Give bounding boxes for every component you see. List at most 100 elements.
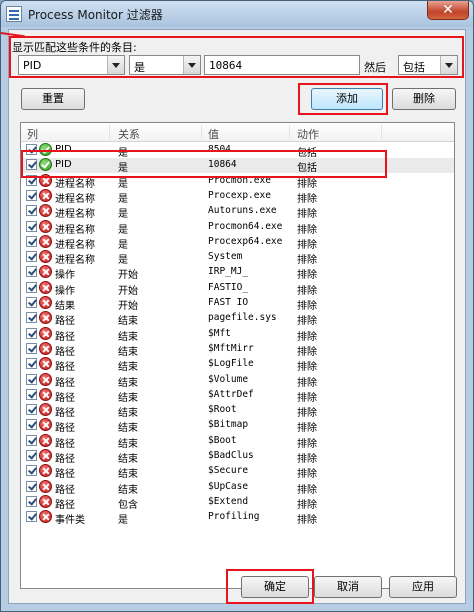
process-monitor-app-icon (6, 6, 22, 22)
row-value: $Extend (208, 495, 249, 507)
table-row[interactable]: 进程名称 是 Autoruns.exe 排除 (21, 204, 454, 221)
filter-value-text: 10864 (209, 59, 243, 72)
row-column: 操作 (55, 270, 75, 282)
table-row[interactable]: 进程名称 是 System 排除 (21, 250, 454, 267)
row-checkbox[interactable] (26, 312, 37, 324)
table-row[interactable]: 操作 开始 FASTIO_ 排除 (21, 280, 454, 297)
row-checkbox[interactable] (26, 388, 37, 400)
table-row[interactable]: 结果 开始 FAST IO 排除 (21, 296, 454, 312)
row-relation: 是 (118, 224, 128, 236)
row-checkbox[interactable] (26, 434, 37, 446)
row-relation: 结束 (118, 316, 138, 328)
table-row[interactable]: 路径 结束 $LogFile 排除 (21, 357, 454, 373)
row-action: 排除 (297, 408, 317, 420)
table-row[interactable]: 进程名称 是 Procexp.exe 排除 (21, 188, 454, 205)
exclude-x-icon (39, 387, 52, 401)
header-relation[interactable]: 关系 (118, 126, 140, 142)
row-checkbox[interactable] (26, 159, 37, 171)
row-checkbox[interactable] (26, 495, 37, 507)
row-value: $Bitmap (208, 419, 249, 431)
row-checkbox[interactable] (26, 297, 37, 308)
row-column: 结果 (55, 301, 75, 312)
filter-rules-list[interactable]: 列 关系 值 动作 PID 是 8504 包括 PID 是 10864 包括 进程名称是 Proc… (20, 122, 455, 589)
row-checkbox[interactable] (26, 342, 37, 354)
table-row[interactable]: 路径 结束 $MftMirr 排除 (21, 341, 454, 358)
table-row[interactable]: 进程名称 是 Procmon.exe 排除 (21, 173, 454, 190)
table-row[interactable]: 路径 结束 $Secure 排除 (21, 464, 454, 480)
row-checkbox[interactable] (26, 419, 37, 431)
row-checkbox[interactable] (26, 144, 37, 155)
table-row[interactable]: 路径 结束 $Root 排除 (21, 403, 454, 420)
row-relation: 包含 (118, 499, 138, 511)
cancel-button[interactable]: 取消 (314, 576, 382, 598)
table-row[interactable]: 路径 结束 $BadClus 排除 (21, 449, 454, 465)
row-checkbox[interactable] (26, 404, 37, 416)
title-bar[interactable]: Process Monitor 过滤器 ✕ (1, 1, 473, 27)
row-relation: 是 (118, 515, 128, 527)
table-row[interactable]: 路径 结束 $UpCase 排除 (21, 479, 454, 496)
action-select[interactable]: 包括 (398, 55, 458, 75)
row-checkbox[interactable] (26, 266, 37, 278)
table-row[interactable]: PID 是 10864 包括 (21, 158, 454, 174)
exclude-x-icon (39, 265, 52, 279)
row-column: 路径 (55, 377, 75, 389)
row-checkbox[interactable] (26, 465, 37, 477)
filter-value-input[interactable]: 10864 (204, 55, 360, 75)
exclude-x-icon (39, 433, 52, 447)
row-column: 路径 (55, 484, 75, 496)
table-row[interactable]: 进程名称 是 Procmon64.exe 排除 (21, 219, 454, 236)
row-column: 进程名称 (55, 209, 95, 221)
table-row[interactable]: 路径 结束 pagefile.sys 排除 (21, 311, 454, 328)
include-check-icon (39, 158, 52, 172)
table-row[interactable]: 路径 结束 $Mft 排除 (21, 326, 454, 343)
row-checkbox[interactable] (26, 189, 37, 201)
row-checkbox[interactable] (26, 327, 37, 339)
table-row[interactable]: 路径 结束 $AttrDef 排除 (21, 387, 454, 404)
row-checkbox[interactable] (26, 450, 37, 461)
column-select-value: PID (23, 59, 42, 72)
header-value[interactable]: 值 (208, 126, 219, 142)
table-row[interactable]: PID 是 8504 包括 (21, 143, 454, 159)
row-checkbox[interactable] (26, 251, 37, 263)
row-checkbox[interactable] (26, 174, 37, 186)
table-row[interactable]: 操作 开始 IRP_MJ_ 排除 (21, 265, 454, 282)
header-column[interactable]: 列 (27, 126, 38, 142)
add-button[interactable]: 添加 (311, 88, 383, 110)
filter-prompt-label: 显示匹配这些条件的条目: (12, 41, 137, 54)
exclude-x-icon (39, 449, 52, 462)
table-row[interactable]: 路径 包含 $Extend 排除 (21, 494, 454, 511)
table-row[interactable]: 路径 结束 $Boot 排除 (21, 433, 454, 450)
row-checkbox[interactable] (26, 373, 37, 385)
row-action: 排除 (297, 331, 317, 343)
close-button[interactable]: ✕ (427, 1, 469, 20)
window-title: Process Monitor 过滤器 (28, 8, 163, 22)
row-checkbox[interactable] (26, 358, 37, 370)
header-action[interactable]: 动作 (297, 126, 319, 142)
exclude-x-icon (39, 372, 52, 386)
row-value: 10864 (208, 159, 237, 171)
row-action: 排除 (297, 224, 317, 236)
remove-button[interactable]: 删除 (392, 88, 456, 110)
exclude-x-icon (39, 418, 52, 432)
row-checkbox[interactable] (26, 235, 37, 247)
row-action: 排除 (297, 255, 317, 267)
table-row[interactable]: 事件类 是 Profiling 排除 (21, 510, 454, 527)
action-select-value: 包括 (403, 61, 425, 74)
reset-button[interactable]: 重置 (21, 88, 85, 110)
row-checkbox[interactable] (26, 480, 37, 492)
row-checkbox[interactable] (26, 205, 37, 217)
row-value: FASTIO_ (208, 281, 249, 293)
row-checkbox[interactable] (26, 281, 37, 293)
row-value: 8504 (208, 144, 231, 155)
apply-button[interactable]: 应用 (389, 576, 457, 598)
table-row[interactable]: 路径 结束 $Bitmap 排除 (21, 418, 454, 434)
row-checkbox[interactable] (26, 220, 37, 232)
row-value: Procexp64.exe (208, 235, 283, 247)
ok-button[interactable]: 确定 (241, 576, 309, 598)
table-row[interactable]: 路径 结束 $Volume 排除 (21, 372, 454, 389)
row-checkbox[interactable] (26, 511, 37, 523)
column-select[interactable]: PID (18, 55, 125, 75)
row-value: Procmon64.exe (208, 220, 283, 232)
relation-select[interactable]: 是 (129, 55, 201, 75)
table-row[interactable]: 进程名称 是 Procexp64.exe 排除 (21, 234, 454, 251)
